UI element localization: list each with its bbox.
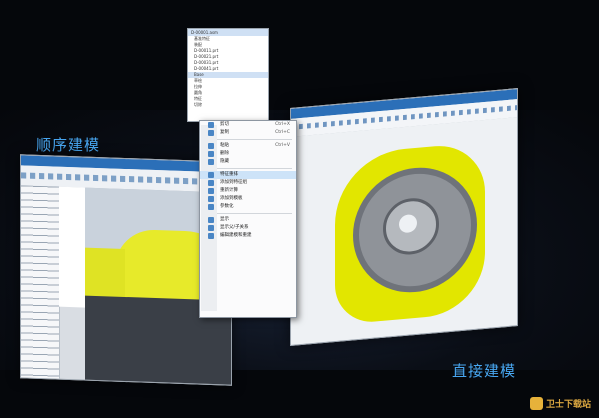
context-menu-item[interactable]: 添加到特征组 bbox=[200, 179, 296, 187]
menu-item-label: 显示父/子关系 bbox=[220, 225, 249, 230]
menu-item-icon bbox=[208, 204, 214, 210]
menu-item-icon bbox=[208, 122, 214, 128]
context-menu-item[interactable]: 显示 bbox=[200, 216, 296, 224]
tree-item[interactable]: 切除 bbox=[188, 102, 268, 108]
context-menu-item[interactable]: 剪切 Ctrl+X bbox=[200, 121, 296, 129]
menu-item-icon bbox=[208, 188, 214, 194]
watermark: 卫士下载站 bbox=[529, 397, 591, 410]
context-menu-item[interactable]: 删除 bbox=[200, 150, 296, 158]
menu-item-icon bbox=[208, 172, 214, 178]
context-menu-item[interactable]: 添加到模板 bbox=[200, 195, 296, 203]
direct-modeling-label: 直接建模 bbox=[452, 362, 517, 380]
menu-item-icon bbox=[208, 196, 214, 202]
menu-item-label: 特征重排 bbox=[220, 172, 238, 177]
context-menu-item[interactable]: 复制 Ctrl+C bbox=[200, 129, 296, 137]
3d-viewport[interactable] bbox=[291, 117, 517, 345]
menu-item-label: 复制 bbox=[220, 130, 229, 135]
menu-item-shortcut: Ctrl+V bbox=[275, 143, 290, 148]
menu-separator bbox=[204, 168, 292, 169]
watermark-text: 卫士下载站 bbox=[545, 400, 591, 410]
context-menu-item[interactable]: 参数化 bbox=[200, 203, 296, 211]
menu-item-label: 显示 bbox=[220, 217, 229, 222]
tree-header: D-00001.asm bbox=[188, 29, 268, 36]
property-panel[interactable] bbox=[59, 186, 86, 308]
menu-item-icon bbox=[208, 225, 214, 231]
context-menu-item[interactable]: 显示父/子关系 bbox=[200, 224, 296, 232]
watermark-logo-icon bbox=[529, 397, 543, 410]
sequential-modeling-label: 顺序建模 bbox=[36, 136, 101, 154]
menu-item-label: 粘贴 bbox=[220, 143, 229, 148]
assembly-tree[interactable]: D-00001.asm 基准特征 装配 D-00011.prt D-00021.… bbox=[187, 28, 269, 122]
menu-item-icon bbox=[208, 143, 214, 149]
menu-item-icon bbox=[208, 130, 214, 136]
menu-item-label: 添加到模板 bbox=[220, 196, 243, 201]
menu-item-icon bbox=[208, 180, 214, 186]
menu-item-label: 添加到特征组 bbox=[220, 180, 247, 185]
menu-item-shortcut: Ctrl+C bbox=[275, 130, 290, 135]
menu-item-label: 剪切 bbox=[220, 122, 229, 127]
menu-item-icon bbox=[208, 233, 214, 239]
menu-item-label: 隐藏 bbox=[220, 159, 229, 164]
menu-separator bbox=[204, 213, 292, 214]
menu-item-label: 编辑建模和重建 bbox=[220, 233, 252, 238]
context-menu-item[interactable]: 编辑建模和重建 bbox=[200, 232, 296, 240]
context-menu-item[interactable]: 隐藏 bbox=[200, 158, 296, 166]
menu-separator bbox=[204, 139, 292, 140]
menu-item-label: 重新计算 bbox=[220, 188, 238, 193]
right-cad-window bbox=[290, 88, 518, 346]
menu-item-icon bbox=[208, 217, 214, 223]
context-menu-item[interactable]: 特征重排 bbox=[200, 171, 296, 179]
context-menu-item[interactable]: 重新计算 bbox=[200, 187, 296, 195]
menu-item-icon bbox=[208, 151, 214, 157]
menu-item-label: 参数化 bbox=[220, 204, 234, 209]
context-menu[interactable]: 剪切 Ctrl+X 复制 Ctrl+C 粘贴 Ctrl+V 删除隐藏特征重排添加到特征组 重新… bbox=[199, 120, 297, 318]
menu-item-shortcut: Ctrl+X bbox=[275, 122, 290, 127]
yellow-part-edge bbox=[85, 247, 125, 299]
context-menu-item[interactable]: 粘贴 Ctrl+V bbox=[200, 142, 296, 150]
feature-tree-panel[interactable] bbox=[21, 185, 60, 379]
menu-item-label: 删除 bbox=[220, 151, 229, 156]
menu-item-icon bbox=[208, 159, 214, 165]
